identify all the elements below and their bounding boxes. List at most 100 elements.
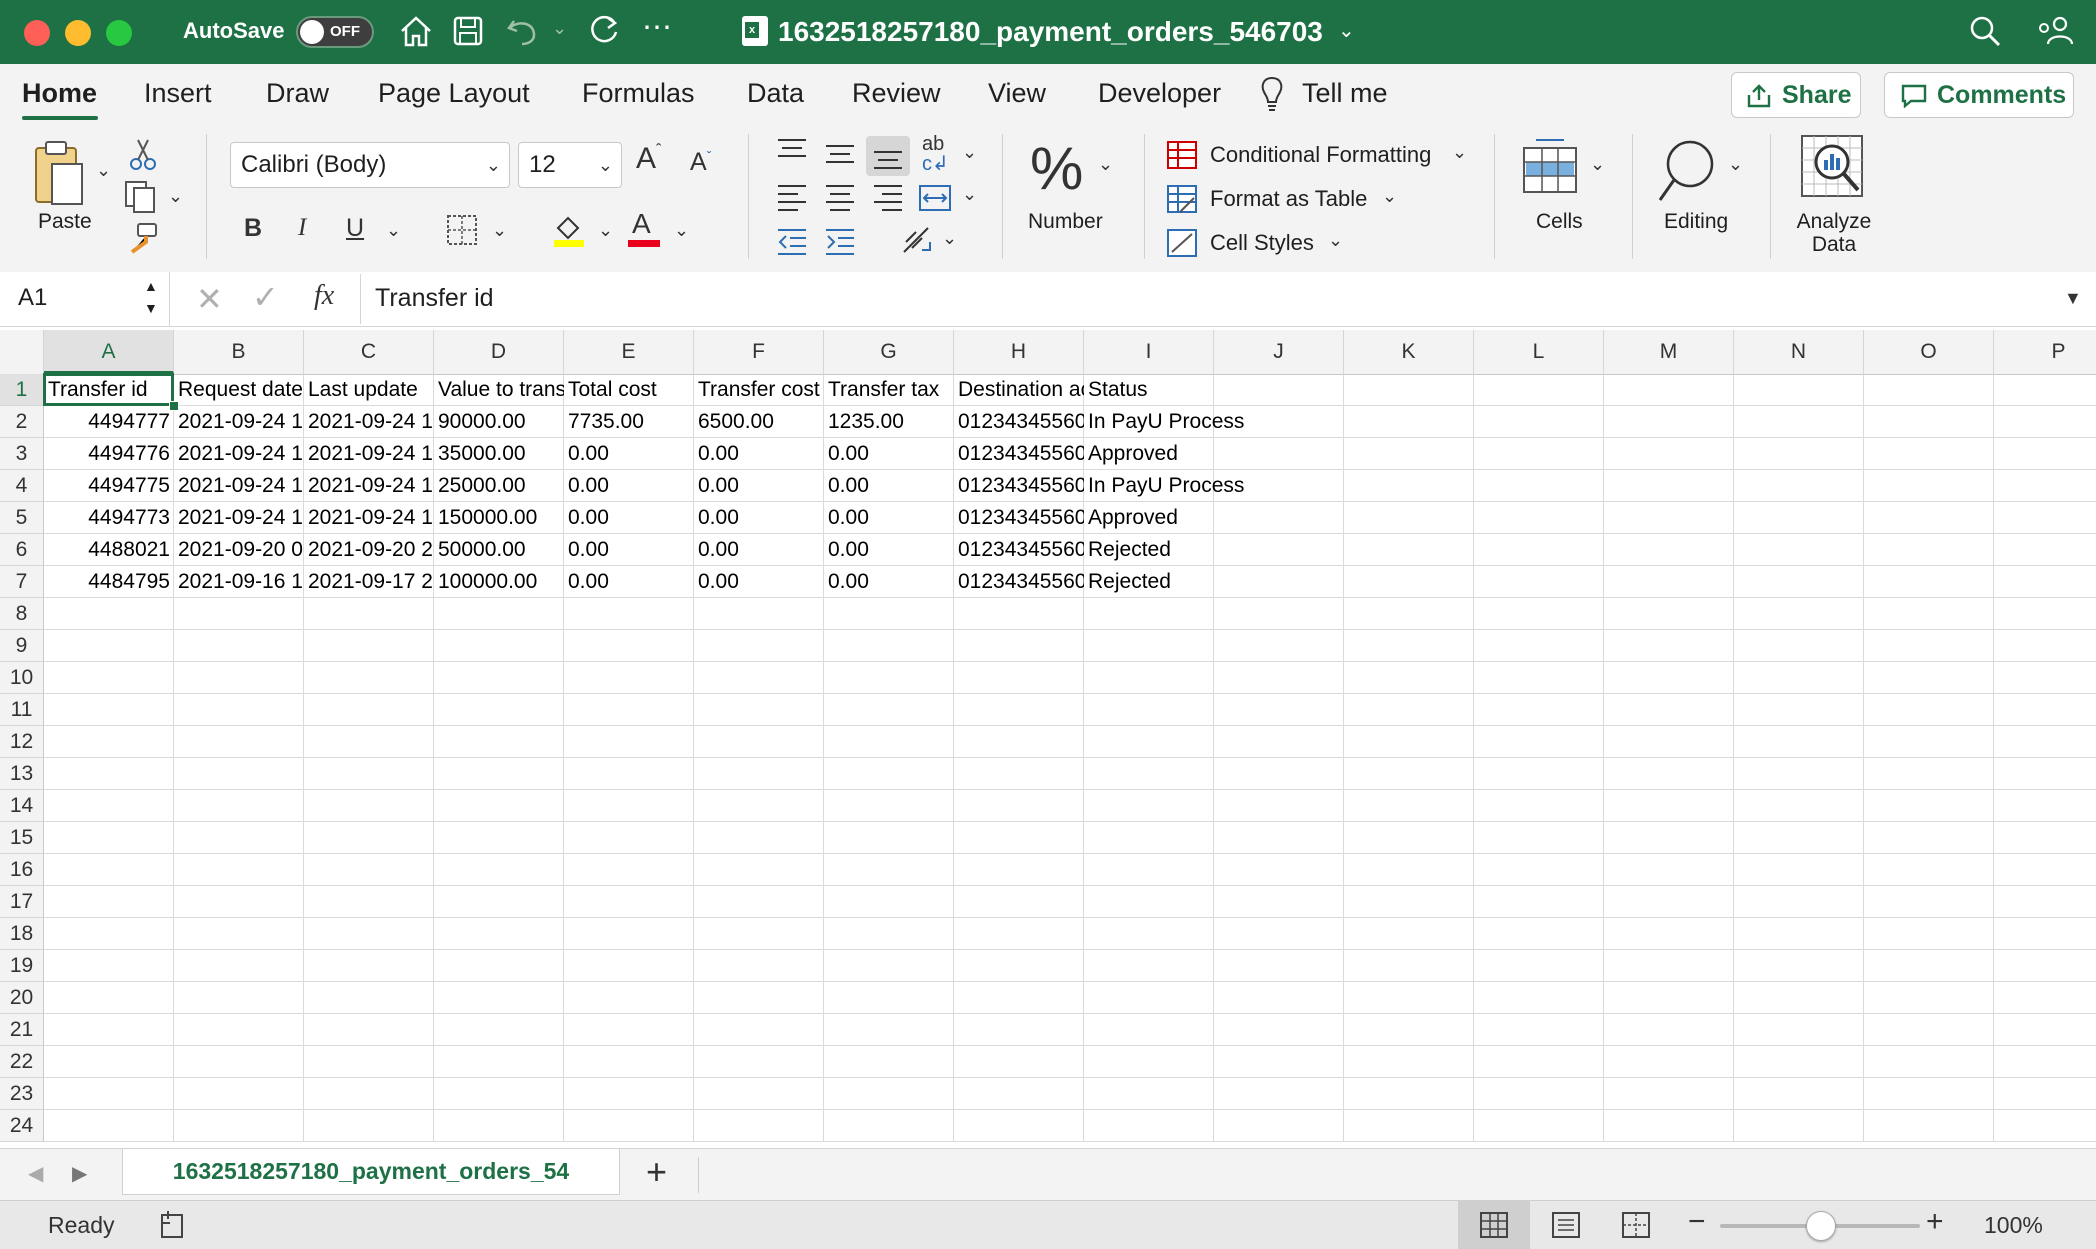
column-header-e[interactable]: E	[564, 330, 694, 374]
format-as-table-button[interactable]: Format as Table ⌄	[1166, 184, 1406, 216]
orientation-icon[interactable]	[900, 224, 934, 256]
cell-d7[interactable]: 100000.00	[434, 566, 564, 598]
zoom-level[interactable]: 100%	[1984, 1212, 2043, 1239]
row-header-22[interactable]: 22	[0, 1046, 44, 1078]
close-window-button[interactable]	[24, 20, 50, 46]
sheet-tab-active[interactable]: 1632518257180_payment_orders_54	[122, 1149, 620, 1195]
zoom-out-icon[interactable]: −	[1688, 1205, 1706, 1239]
cell-a3[interactable]: 4494776	[44, 438, 174, 470]
row-header-15[interactable]: 15	[0, 822, 44, 854]
row-header-13[interactable]: 13	[0, 758, 44, 790]
more-icon[interactable]: ⋯	[642, 10, 672, 45]
column-header-c[interactable]: C	[304, 330, 434, 374]
worksheet-grid[interactable]: ABCDEFGHIJKLMNOP 1 2 3 4 5 6 7 8 9 10 11 12 13 14 15 16…	[0, 330, 2096, 1150]
cells-icon[interactable]	[1522, 136, 1578, 196]
cell-h5[interactable]: 01234345560	[954, 502, 1084, 534]
cell-c5[interactable]: 2021-09-24 1	[304, 502, 434, 534]
cell-b4[interactable]: 2021-09-24 1	[174, 470, 304, 502]
undo-icon[interactable]	[506, 15, 538, 47]
cell-i2[interactable]: In PayU Process	[1084, 406, 1344, 438]
fill-color-icon[interactable]	[552, 212, 586, 248]
copy-dropdown-icon[interactable]: ⌄	[168, 186, 183, 207]
cell-d3[interactable]: 35000.00	[434, 438, 564, 470]
cell-b1[interactable]: Request date	[174, 374, 304, 406]
row-header-8[interactable]: 8	[0, 598, 44, 630]
cell-b6[interactable]: 2021-09-20 0	[174, 534, 304, 566]
column-header-k[interactable]: K	[1344, 330, 1474, 374]
tab-view[interactable]: View	[988, 78, 1046, 109]
autosave-toggle[interactable]: OFF	[296, 16, 374, 48]
column-header-f[interactable]: F	[694, 330, 824, 374]
search-icon[interactable]	[1968, 14, 2002, 48]
editing-search-icon[interactable]	[1656, 138, 1720, 204]
document-title[interactable]: 1632518257180_payment_orders_546703	[778, 16, 1323, 48]
row-header-1[interactable]: 1	[0, 374, 44, 406]
align-bottom-button[interactable]	[866, 136, 910, 176]
column-header-j[interactable]: J	[1214, 330, 1344, 374]
cell-c4[interactable]: 2021-09-24 1	[304, 470, 434, 502]
analyze-data-icon[interactable]	[1800, 134, 1868, 202]
paste-icon[interactable]	[30, 140, 86, 210]
merge-center-icon[interactable]	[918, 184, 952, 212]
page-layout-view-icon[interactable]	[1552, 1212, 1580, 1238]
enter-icon[interactable]: ✓	[252, 278, 279, 316]
paste-dropdown-icon[interactable]: ⌄	[96, 160, 111, 181]
cell-h7[interactable]: 01234345560	[954, 566, 1084, 598]
percent-icon[interactable]: %	[1030, 134, 1083, 203]
align-center-icon[interactable]	[824, 184, 856, 212]
column-header-h[interactable]: H	[954, 330, 1084, 374]
increase-indent-icon[interactable]	[824, 228, 856, 256]
tab-home[interactable]: Home	[22, 78, 97, 109]
borders-dropdown-icon[interactable]: ⌄	[492, 220, 507, 241]
cell-c3[interactable]: 2021-09-24 1	[304, 438, 434, 470]
align-right-icon[interactable]	[872, 184, 904, 212]
cell-g1[interactable]: Transfer tax	[824, 374, 954, 406]
tab-developer[interactable]: Developer	[1098, 78, 1221, 109]
column-header-a[interactable]: A	[44, 330, 174, 374]
cell-d4[interactable]: 25000.00	[434, 470, 564, 502]
name-box[interactable]: A1 ▲ ▼	[0, 272, 170, 326]
row-header-17[interactable]: 17	[0, 886, 44, 918]
cell-g3[interactable]: 0.00	[824, 438, 954, 470]
row-header-20[interactable]: 20	[0, 982, 44, 1014]
cell-c2[interactable]: 2021-09-24 1	[304, 406, 434, 438]
row-header-7[interactable]: 7	[0, 566, 44, 598]
number-format-dropdown-icon[interactable]: ⌄	[1098, 154, 1113, 175]
tab-data[interactable]: Data	[747, 78, 804, 109]
column-header-b[interactable]: B	[174, 330, 304, 374]
row-header-4[interactable]: 4	[0, 470, 44, 502]
row-header-5[interactable]: 5	[0, 502, 44, 534]
column-header-m[interactable]: M	[1604, 330, 1734, 374]
column-header-n[interactable]: N	[1734, 330, 1864, 374]
wrap-text-icon[interactable]: ab c↲	[922, 134, 949, 174]
italic-icon[interactable]: I	[298, 214, 306, 242]
cancel-icon[interactable]: ✕	[196, 280, 223, 318]
cell-b3[interactable]: 2021-09-24 1	[174, 438, 304, 470]
cell-c1[interactable]: Last update	[304, 374, 434, 406]
row-header-18[interactable]: 18	[0, 918, 44, 950]
row-header-11[interactable]: 11	[0, 694, 44, 726]
row-header-19[interactable]: 19	[0, 950, 44, 982]
redo-icon[interactable]	[586, 14, 620, 48]
tab-review[interactable]: Review	[852, 78, 941, 109]
cell-i1[interactable]: Status	[1084, 374, 1344, 406]
row-header-16[interactable]: 16	[0, 854, 44, 886]
fill-handle[interactable]	[169, 401, 179, 411]
cell-e7[interactable]: 0.00	[564, 566, 694, 598]
share-button[interactable]: Share	[1731, 72, 1861, 118]
cut-icon[interactable]	[128, 138, 158, 172]
column-header-p[interactable]: P	[1994, 330, 2096, 374]
font-color-icon[interactable]: A	[632, 208, 651, 240]
cell-b5[interactable]: 2021-09-24 1	[174, 502, 304, 534]
column-header-i[interactable]: I	[1084, 330, 1214, 374]
formula-input[interactable]: Transfer id	[375, 284, 494, 313]
cell-e5[interactable]: 0.00	[564, 502, 694, 534]
add-sheet-icon[interactable]: +	[646, 1151, 667, 1193]
cell-b2[interactable]: 2021-09-24 1	[174, 406, 304, 438]
align-left-icon[interactable]	[776, 184, 808, 212]
cell-e2[interactable]: 7735.00	[564, 406, 694, 438]
increase-font-size-icon[interactable]: Aˆ	[636, 142, 661, 176]
underline-icon[interactable]: U	[346, 214, 364, 243]
borders-icon[interactable]	[446, 214, 478, 246]
cell-h1[interactable]: Destination account	[954, 374, 1084, 406]
